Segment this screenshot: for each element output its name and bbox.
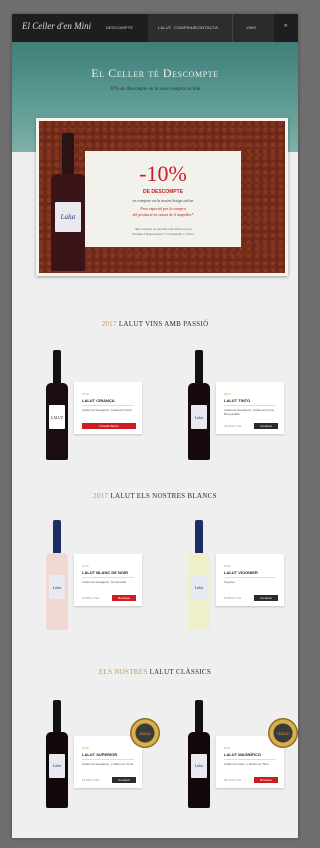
product-price: 13,35 € / IVA <box>224 424 242 428</box>
promo-bottle: Lalut <box>51 133 85 271</box>
promo-banner: Lalut -10% DE DESCOMPTE en comprar en la… <box>36 118 288 276</box>
product-name[interactable]: LALUT CRIANÇA <box>82 398 115 403</box>
nav-contacta[interactable]: CONTACTA <box>195 25 218 30</box>
bottle-neck <box>62 133 74 178</box>
bottle-viognier[interactable]: Lalut <box>188 520 210 630</box>
bottle-neck <box>195 520 203 556</box>
hero-title: El Celler té Descompte <box>91 66 219 80</box>
discount-line-2: Preu especial per la compra <box>140 206 186 211</box>
section-title-text: LALUT CLÀSSICS <box>149 668 212 676</box>
divider <box>224 405 276 406</box>
product-name[interactable]: LALUT TINTO <box>224 398 250 403</box>
section-year: 2017 <box>93 492 109 500</box>
product-name[interactable]: LALUT MAGNÍFICO <box>224 752 261 757</box>
product-card-viognier: 2016 LALUT VIOGNIER Viognier 13,85 € / I… <box>216 554 284 606</box>
page-frame: El Celler d'en Mini DESCOMPTE LALUT COMP… <box>12 14 298 838</box>
divider <box>82 405 134 406</box>
medal-text: GOLD <box>277 730 289 736</box>
site-logo[interactable]: El Celler d'en Mini <box>22 21 91 31</box>
product-name[interactable]: LALUT VIOGNIER <box>224 570 258 575</box>
section-title-classics: ELS NOSTRES LALUT CLÀSSICS <box>12 668 298 676</box>
product-button[interactable]: Boutique <box>254 777 278 783</box>
discount-fine-2: Sumats 2 Descomptes = 1 Comanda = 1 Preu <box>132 232 194 236</box>
nav-comprar[interactable]: COMPRAR <box>174 25 196 30</box>
discount-percent: -10% <box>139 161 187 186</box>
product-name[interactable]: LALUT BLANC DE NOIR <box>82 570 128 575</box>
discount-headline: DE DESCOMPTE <box>142 189 183 195</box>
discount-line-3: del producte en caixes de 6 ampolles* <box>132 212 194 217</box>
bottle-label: Lalut <box>48 754 66 778</box>
bottle-neck <box>53 520 61 556</box>
bottle-label: Lalut <box>190 575 208 600</box>
product-price: 16,50 € / IVA <box>82 778 100 782</box>
bottle-neck <box>53 350 61 386</box>
nav-vins[interactable]: VINS <box>246 25 256 30</box>
discount-fine-1: *Els comptes no són fets mai sobre el pr… <box>134 227 192 231</box>
section-title-text: LALUT ELS NOSTRES BLANCS <box>110 492 217 500</box>
product-card-criança: 2013 LALUT CRIANÇA Cabernet Sauvignon, C… <box>74 382 142 434</box>
product-button[interactable]: Boutique <box>112 595 136 601</box>
bottle-label: Lalut <box>190 405 208 430</box>
product-year: 2012 <box>82 746 89 750</box>
product-grapes: Cabernet Sauvignon, Cabernet Franc, Bosq… <box>224 408 275 416</box>
product-button[interactable]: Comprar <box>254 423 278 429</box>
product-year: 2013 <box>82 392 89 396</box>
product-button[interactable]: Paraula Beure <box>82 423 136 429</box>
product-year: 2016 <box>82 564 89 568</box>
product-card-superior: 2012 LALUT SUPERIOR Cabernet Sauvignon, … <box>74 736 142 788</box>
product-price: 18,75 € / IVA <box>224 778 242 782</box>
bottle-superior[interactable]: Lalut <box>46 700 68 808</box>
promo-card: -10% DE DESCOMPTE en comprar en la nostr… <box>85 151 241 247</box>
nav-more-icon[interactable]: » <box>284 23 288 29</box>
bottle-label: Lalut <box>48 575 66 600</box>
divider <box>224 577 276 578</box>
bottle-neck <box>195 350 203 386</box>
discount-line-1: en comprar en la nostra botiga online <box>132 198 194 203</box>
section-title-text: LALUT VINS AMB PASSIÓ <box>118 320 209 328</box>
product-grapes: Cabernet Sauvignon, Tempranillo <box>82 580 127 584</box>
product-button[interactable]: Comprar <box>254 595 278 601</box>
product-card-blanc-de-noir: 2016 LALUT BLANC DE NOIR Cabernet Sauvig… <box>74 554 142 606</box>
bottle-label: Lalut <box>55 202 81 233</box>
product-year: 2016 <box>224 564 231 568</box>
divider <box>224 759 276 760</box>
bottle-magnifico[interactable]: Lalut <box>188 700 210 808</box>
hero-subtitle: 10% de descompte en la seva compra on li… <box>109 87 201 92</box>
bottle-neck <box>195 700 203 735</box>
top-navigation-bar: El Celler d'en Mini DESCOMPTE LALUT COMP… <box>12 14 298 42</box>
section-year: 2017 <box>101 320 117 328</box>
product-price: 12,85 € / IVA <box>82 596 100 600</box>
section-title-passio: 2017 LALUT VINS AMB PASSIÓ <box>12 320 298 328</box>
divider <box>82 577 134 578</box>
bottle-label: LALUT <box>48 405 66 430</box>
nav-descompte[interactable]: DESCOMPTE <box>106 25 133 30</box>
gold-medal-icon: GOLD <box>130 718 160 748</box>
product-card-tinto: 2014 LALUT TINTO Cabernet Sauvignon, Cab… <box>216 382 284 434</box>
product-price: 13,85 € / IVA <box>224 596 242 600</box>
bottle-label-text: Lalut <box>60 213 76 222</box>
product-year: 2014 <box>224 392 231 396</box>
bottle-criança[interactable]: LALUT <box>46 350 68 460</box>
gold-medal-icon: GOLD <box>268 718 298 748</box>
bottle-blanc-de-noir[interactable]: Lalut <box>46 520 68 630</box>
product-grapes: Cabernet Sauvignon, Cabernet Franc <box>82 408 132 412</box>
section-prefix: ELS NOSTRES <box>98 668 148 676</box>
bottle-label: Lalut <box>190 754 208 778</box>
product-button[interactable]: Comprar <box>112 777 136 783</box>
product-grapes: Cabernet Sauvignon, y Merlot en Tinto <box>82 762 134 766</box>
section-title-blancs: 2017 LALUT ELS NOSTRES BLANCS <box>12 492 298 500</box>
product-year: 2011 <box>224 746 231 750</box>
product-name[interactable]: LALUT SUPERIOR <box>82 752 117 757</box>
bottle-tinto[interactable]: Lalut <box>188 350 210 460</box>
divider <box>82 759 134 760</box>
nav-lalut[interactable]: LALUT <box>158 25 171 30</box>
product-grapes: Cabernet Franc, y Merlot en Tinto <box>224 762 269 766</box>
bottle-neck <box>53 700 61 735</box>
product-grapes: Viognier <box>224 580 235 584</box>
medal-text: GOLD <box>139 730 151 736</box>
